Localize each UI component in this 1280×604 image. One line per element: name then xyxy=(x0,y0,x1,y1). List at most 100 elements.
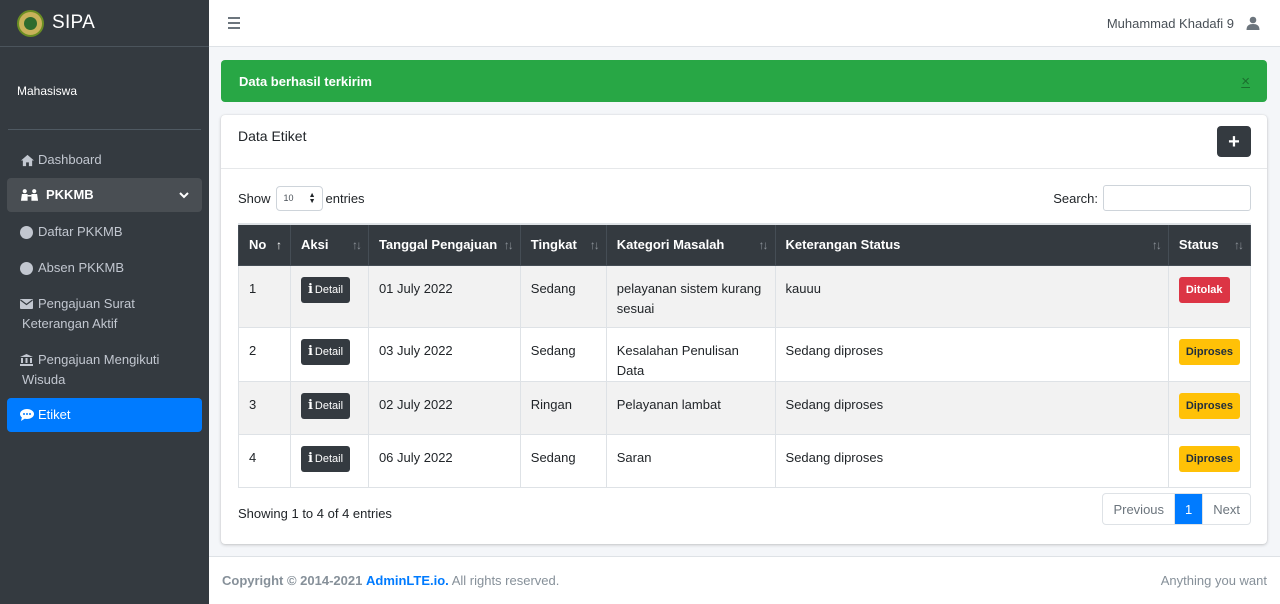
sort-icon: ↑↓ xyxy=(758,238,769,252)
status-badge: Diproses xyxy=(1178,445,1240,472)
sidebar: SIPA Mahasiswa Dashboard PKKMB Daftar PK… xyxy=(0,0,209,604)
cell-keterangan: Sedang diproses xyxy=(774,380,1169,435)
column-header-aksi[interactable]: Aksi ↑↓ xyxy=(289,223,369,266)
brand-logo-icon xyxy=(17,9,44,37)
cell-kategori: Pelayanan lambat xyxy=(605,380,776,435)
envelope-icon xyxy=(20,294,36,314)
info-icon: i xyxy=(307,450,313,466)
detail-button[interactable]: i Detail xyxy=(300,338,351,365)
sort-icon: ↑↓ xyxy=(1151,238,1162,252)
detail-button[interactable]: i Detail xyxy=(300,276,351,303)
column-header-keterangan[interactable]: Keterangan Status ↑↓ xyxy=(774,223,1169,266)
info-icon: i xyxy=(307,343,313,359)
cell-tanggal: 03 July 2022 xyxy=(367,326,521,382)
select-arrows-icon: ▲ ▼ xyxy=(308,191,316,205)
sidebar-item-pengajuan-wisuda[interactable]: Pengajuan Mengikuti Wisuda xyxy=(7,342,202,398)
sidebar-item-etiket[interactable]: Etiket xyxy=(7,398,202,432)
previous-button[interactable]: Previous xyxy=(1103,494,1174,524)
sidebar-item-label: Daftar PKKMB xyxy=(38,224,123,239)
cell-tingkat: Sedang xyxy=(519,264,607,328)
sort-icon: ↑↓ xyxy=(589,238,600,252)
brand-name: SIPA xyxy=(52,12,96,33)
top-navbar: Muhammad Khadafi 9 xyxy=(209,0,1280,47)
sidebar-item-dashboard[interactable]: Dashboard xyxy=(7,142,202,178)
sidebar-item-label: Dashboard xyxy=(38,152,102,167)
status-badge: Ditolak xyxy=(1178,276,1230,303)
sidebar-item-label: Pengajuan Mengikuti Wisuda xyxy=(22,352,160,387)
brand-link[interactable]: SIPA xyxy=(0,0,209,47)
cell-tingkat: Sedang xyxy=(519,326,607,382)
home-icon xyxy=(20,150,36,170)
footer-right-text: Anything you want xyxy=(1160,573,1267,588)
alert-message: Data berhasil terkirim xyxy=(239,73,372,89)
cell-status: Ditolak xyxy=(1167,264,1252,328)
users-icon xyxy=(20,185,40,205)
cell-status: Diproses xyxy=(1167,380,1252,435)
cell-aksi: i Detail xyxy=(289,380,369,435)
sidebar-item-pkkmb[interactable]: PKKMB xyxy=(7,178,202,212)
search-input[interactable] xyxy=(1103,185,1251,211)
status-badge: Diproses xyxy=(1178,338,1240,365)
cell-aksi: i Detail xyxy=(289,433,369,488)
chevron-down-icon xyxy=(179,185,189,205)
sort-icon: ↑↓ xyxy=(503,238,514,252)
column-header-tanggal[interactable]: Tanggal Pengajuan ↑↓ xyxy=(367,223,521,266)
sidebar-item-pengajuan-surat[interactable]: Pengajuan Surat Keterangan Aktif xyxy=(7,286,202,342)
entries-select-value: 10 xyxy=(283,193,294,203)
etiket-card: Data Etiket + Show 10 ▲ ▼ entries Search:… xyxy=(221,115,1267,544)
cell-aksi: i Detail xyxy=(289,264,369,328)
cell-keterangan: Sedang diproses xyxy=(774,326,1169,382)
next-button[interactable]: Next xyxy=(1202,494,1250,524)
column-header-tingkat[interactable]: Tingkat ↑↓ xyxy=(519,223,607,266)
main-footer: Copyright © 2014-2021 AdminLTE.io. All r… xyxy=(209,556,1280,604)
add-button[interactable]: + xyxy=(1217,126,1251,157)
column-header-no[interactable]: No ↑ xyxy=(238,223,291,266)
cell-status: Diproses xyxy=(1167,326,1252,382)
sidebar-item-daftar-pkkmb[interactable]: Daftar PKKMB xyxy=(7,214,202,250)
circle-icon xyxy=(20,258,36,278)
sort-icon: ↑↓ xyxy=(1234,238,1244,252)
cell-tanggal: 06 July 2022 xyxy=(367,433,521,488)
cell-no: 3 xyxy=(238,380,291,435)
alert-close-button[interactable]: × xyxy=(1241,73,1250,90)
comment-icon xyxy=(20,405,36,425)
table-row: 4 i Detail 06 July 2022 Sedang Saran Seda… xyxy=(238,433,1252,488)
info-icon: i xyxy=(307,397,313,413)
copyright: Copyright © 2014-2021 AdminLTE.io. All r… xyxy=(222,573,559,588)
table-row: 2 i Detail 03 July 2022 Sedang Kesalahan … xyxy=(238,326,1252,382)
entries-select[interactable]: 10 ▲ ▼ xyxy=(275,185,323,211)
search-label: Search: xyxy=(1053,190,1098,206)
etiket-table: No ↑ Aksi ↑↓ Tanggal Pengajuan ↑↓ Tingkat ↑↓… xyxy=(238,223,1252,488)
sidebar-item-label: Absen PKKMB xyxy=(38,260,124,275)
cell-tingkat: Ringan xyxy=(519,380,607,435)
sidebar-item-label: PKKMB xyxy=(46,187,94,202)
detail-button[interactable]: i Detail xyxy=(300,392,351,419)
user-role: Mahasiswa xyxy=(17,83,78,98)
cell-aksi: i Detail xyxy=(289,326,369,382)
show-label: Show xyxy=(238,190,271,206)
cell-kategori: Saran xyxy=(605,433,776,488)
column-header-kategori[interactable]: Kategori Masalah ↑↓ xyxy=(605,223,776,266)
rights-text: All rights reserved. xyxy=(451,573,560,588)
cell-tanggal: 02 July 2022 xyxy=(367,380,521,435)
user-panel: Mahasiswa xyxy=(8,52,201,130)
page-1-button[interactable]: 1 xyxy=(1174,494,1203,524)
sidebar-nav: Dashboard PKKMB Daftar PKKMB Absen PKKMB… xyxy=(0,130,209,432)
menu-toggle-icon[interactable] xyxy=(228,17,240,29)
user-name[interactable]: Muhammad Khadafi 9 xyxy=(1107,16,1234,31)
sidebar-item-label: Pengajuan Surat Keterangan Aktif xyxy=(22,296,135,331)
pagination: Previous 1 Next xyxy=(1102,493,1251,525)
cell-tingkat: Sedang xyxy=(519,433,607,488)
user-icon[interactable] xyxy=(1246,16,1260,30)
cell-no: 1 xyxy=(238,264,291,328)
table-row: 1 i Detail 01 July 2022 Sedang pelayanan … xyxy=(238,264,1252,328)
success-alert: Data berhasil terkirim × xyxy=(221,60,1267,102)
cell-kategori: pelayanan sistem kurang sesuai xyxy=(605,264,776,328)
detail-button[interactable]: i Detail xyxy=(300,445,351,472)
column-header-status[interactable]: Status ↑↓ xyxy=(1167,223,1252,266)
copyright-text: Copyright © 2014-2021 xyxy=(222,573,363,588)
adminlte-link[interactable]: AdminLTE.io. xyxy=(366,573,449,588)
status-badge: Diproses xyxy=(1178,392,1240,419)
sidebar-item-absen-pkkmb[interactable]: Absen PKKMB xyxy=(7,250,202,286)
sort-icon: ↑↓ xyxy=(351,238,362,252)
